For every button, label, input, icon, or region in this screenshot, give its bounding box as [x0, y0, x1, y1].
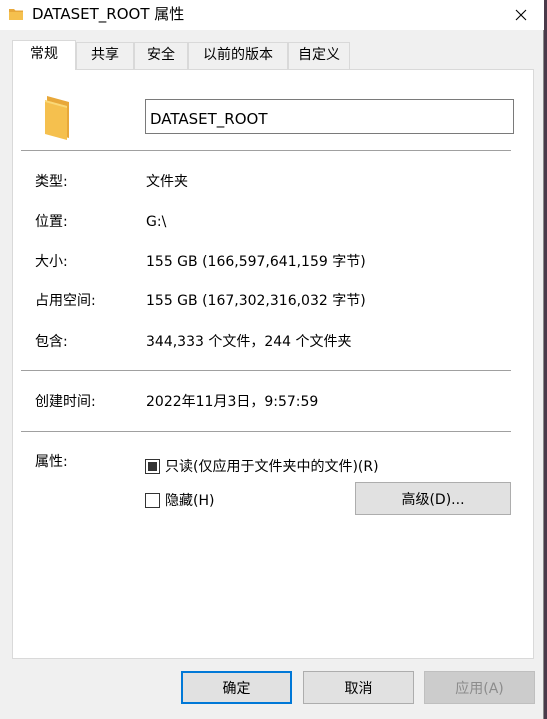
divider [21, 370, 511, 371]
close-icon [515, 9, 527, 21]
readonly-checkbox-box[interactable] [145, 458, 160, 474]
location-label: 位置: [35, 214, 68, 230]
cancel-button[interactable]: 取消 [303, 671, 414, 704]
tab-sharing[interactable]: 共享 [76, 42, 134, 69]
folder-name-input[interactable] [145, 99, 514, 134]
size-on-disk-value: 155 GB (167,302,316,032 字节) [146, 293, 366, 309]
properties-window: DATASET_ROOT 属性 常规 共享 安全 以前的版本 自定义 类型: 文… [0, 0, 544, 719]
tab-general[interactable]: 常规 [12, 40, 76, 70]
divider [21, 431, 511, 432]
window-title: DATASET_ROOT 属性 [32, 5, 185, 23]
size-label: 大小: [35, 254, 68, 270]
folder-icon [43, 94, 73, 144]
created-value: 2022年11月3日，9:57:59 [146, 394, 319, 410]
tab-customize[interactable]: 自定义 [288, 42, 350, 69]
hidden-label: 隐藏(H) [165, 493, 215, 509]
created-label: 创建时间: [35, 394, 96, 410]
contains-value: 344,333 个文件，244 个文件夹 [146, 334, 352, 350]
tab-security[interactable]: 安全 [134, 42, 188, 69]
type-label: 类型: [35, 174, 68, 190]
folder-icon [8, 6, 24, 22]
divider [21, 150, 511, 151]
size-value: 155 GB (166,597,641,159 字节) [146, 254, 366, 270]
location-value: G:\ [146, 214, 167, 230]
readonly-label: 只读(仅应用于文件夹中的文件)(R) [165, 459, 379, 475]
general-panel: 类型: 文件夹 位置: G:\ 大小: 155 GB (166,597,641,… [12, 69, 534, 659]
readonly-checkbox[interactable]: 只读(仅应用于文件夹中的文件)(R) [145, 456, 379, 476]
hidden-checkbox[interactable]: 隐藏(H) [145, 490, 214, 510]
ok-button[interactable]: 确定 [181, 671, 292, 704]
size-on-disk-label: 占用空间: [35, 293, 96, 309]
advanced-button[interactable]: 高级(D)... [355, 482, 511, 515]
contains-label: 包含: [35, 334, 68, 350]
apply-button[interactable]: 应用(A) [424, 671, 535, 704]
tab-previous-versions[interactable]: 以前的版本 [188, 42, 288, 69]
close-button[interactable] [498, 0, 544, 30]
attributes-label: 属性: [35, 454, 68, 470]
title-bar: DATASET_ROOT 属性 [0, 0, 544, 30]
hidden-checkbox-box[interactable] [145, 492, 160, 508]
type-value: 文件夹 [146, 174, 188, 190]
